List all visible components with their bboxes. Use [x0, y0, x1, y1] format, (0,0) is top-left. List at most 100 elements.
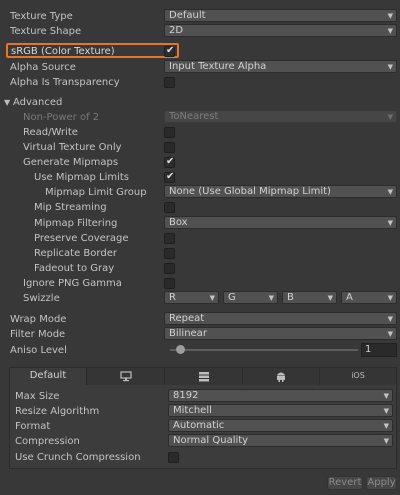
fadeout-to-gray-label: Fadeout to Gray — [34, 263, 115, 274]
alpha-source-dropdown[interactable]: Input Texture Alpha ▼ — [164, 60, 397, 73]
compression-dropdown[interactable]: Normal Quality ▼ — [168, 434, 393, 447]
wrap-mode-dropdown[interactable]: Repeat ▼ — [164, 312, 397, 325]
virtual-texture-only-label: Virtual Texture Only — [23, 142, 122, 153]
alpha-transparency-row: Alpha Is Transparency — [0, 75, 400, 90]
generate-mipmaps-label: Generate Mipmaps — [23, 157, 119, 168]
generate-mipmaps-checkbox[interactable]: ✔ — [164, 156, 175, 168]
tab-android[interactable] — [243, 368, 320, 385]
preserve-coverage-label: Preserve Coverage — [34, 233, 129, 244]
server-icon — [198, 372, 209, 382]
resize-algorithm-value: Mitchell — [173, 405, 212, 416]
texture-shape-dropdown[interactable]: 2D ▼ — [164, 24, 397, 37]
resize-algorithm-dropdown[interactable]: Mitchell ▼ — [168, 404, 393, 417]
srgb-checkbox[interactable]: ✔ — [164, 45, 175, 57]
max-size-value: 8192 — [173, 390, 199, 401]
texture-shape-row: Texture Shape 2D ▼ — [0, 24, 400, 39]
dropdown-arrow-icon: ▼ — [383, 407, 389, 415]
texture-type-label: Texture Type — [10, 11, 73, 22]
virtual-texture-only-checkbox[interactable] — [164, 142, 175, 153]
format-dropdown[interactable]: Automatic ▼ — [168, 419, 393, 432]
replicate-border-label: Replicate Border — [34, 248, 117, 259]
swizzle-g-value: G — [228, 292, 236, 303]
non-power-of-2-row: Non-Power of 2 ToNearest ▼ — [0, 110, 400, 125]
ignore-png-gamma-checkbox[interactable] — [164, 278, 175, 289]
use-mipmap-limits-label: Use Mipmap Limits — [34, 172, 130, 183]
dropdown-arrow-icon: ▼ — [387, 113, 393, 121]
mipmap-limit-group-label: Mipmap Limit Group — [45, 187, 147, 198]
mip-streaming-row: Mip Streaming — [0, 200, 400, 215]
dropdown-arrow-icon: ▼ — [387, 315, 393, 323]
aniso-slider-track[interactable] — [170, 349, 358, 351]
texture-shape-label: Texture Shape — [10, 26, 82, 37]
swizzle-r-dropdown[interactable]: R ▼ — [164, 291, 219, 304]
mipmap-limit-group-dropdown[interactable]: None (Use Global Mipmap Limit) ▼ — [164, 185, 397, 198]
apply-button[interactable]: Apply — [366, 476, 397, 490]
revert-button[interactable]: Revert — [327, 476, 363, 490]
non-power-of-2-dropdown: ToNearest ▼ — [164, 110, 397, 123]
dropdown-arrow-icon: ▼ — [383, 422, 389, 430]
format-label: Format — [15, 421, 51, 432]
texture-type-row: Texture Type Default ▼ — [0, 9, 400, 24]
generate-mipmaps-row: Generate Mipmaps ✔ — [0, 155, 400, 170]
fadeout-to-gray-row: Fadeout to Gray — [0, 261, 400, 276]
max-size-label: Max Size — [15, 391, 60, 402]
texture-shape-value: 2D — [169, 25, 184, 36]
alpha-source-label: Alpha Source — [10, 62, 76, 73]
mip-streaming-label: Mip Streaming — [34, 202, 107, 213]
tab-ios[interactable]: iOS — [320, 368, 396, 385]
monitor-icon — [119, 371, 132, 382]
mipmap-filtering-dropdown[interactable]: Box ▼ — [164, 216, 397, 229]
advanced-foldout[interactable]: ▼ Advanced — [0, 95, 400, 110]
crunch-row: Use Crunch Compression — [0, 450, 400, 465]
srgb-row: sRGB (Color Texture) ✔ — [0, 44, 400, 59]
filter-mode-dropdown[interactable]: Bilinear ▼ — [164, 327, 397, 340]
aniso-level-label: Aniso Level — [10, 345, 67, 356]
dropdown-arrow-icon: ▼ — [387, 294, 393, 302]
swizzle-b-value: B — [287, 292, 294, 303]
replicate-border-checkbox[interactable] — [164, 248, 175, 259]
compression-row: Compression Normal Quality ▼ — [0, 434, 400, 449]
ignore-png-gamma-label: Ignore PNG Gamma — [23, 278, 122, 289]
max-size-row: Max Size 8192 ▼ — [0, 389, 400, 404]
aniso-level-field[interactable]: 1 — [361, 343, 397, 357]
tab-default[interactable]: Default — [10, 368, 87, 385]
swizzle-row: Swizzle R ▼ G ▼ B ▼ A ▼ — [0, 291, 400, 306]
texture-type-dropdown[interactable]: Default ▼ — [164, 9, 397, 22]
mipmap-filtering-label: Mipmap Filtering — [34, 218, 118, 229]
use-mipmap-limits-row: Use Mipmap Limits ✔ — [0, 170, 400, 185]
dropdown-arrow-icon: ▼ — [387, 63, 393, 71]
swizzle-b-dropdown[interactable]: B ▼ — [282, 291, 337, 304]
wrap-mode-label: Wrap Mode — [10, 314, 67, 325]
swizzle-r-value: R — [169, 292, 176, 303]
alpha-transparency-label: Alpha Is Transparency — [10, 77, 120, 88]
preserve-coverage-checkbox[interactable] — [164, 233, 175, 244]
swizzle-g-dropdown[interactable]: G ▼ — [223, 291, 278, 304]
dropdown-arrow-icon: ▼ — [268, 294, 274, 302]
tab-server[interactable] — [165, 368, 243, 385]
crunch-label: Use Crunch Compression — [15, 452, 141, 463]
read-write-checkbox[interactable] — [164, 127, 175, 138]
mipmap-limit-group-row: Mipmap Limit Group None (Use Global Mipm… — [0, 185, 400, 200]
fadeout-to-gray-checkbox[interactable] — [164, 263, 175, 274]
advanced-header: Advanced — [13, 97, 63, 108]
foldout-arrow-icon: ▼ — [4, 98, 11, 107]
compression-value: Normal Quality — [173, 435, 249, 446]
non-power-of-2-value: ToNearest — [169, 111, 219, 122]
tab-standalone[interactable] — [87, 368, 165, 385]
dropdown-arrow-icon: ▼ — [387, 219, 393, 227]
alpha-transparency-checkbox[interactable] — [164, 77, 175, 88]
read-write-row: Read/Write — [0, 125, 400, 140]
dropdown-arrow-icon: ▼ — [387, 27, 393, 35]
max-size-dropdown[interactable]: 8192 ▼ — [168, 389, 393, 402]
use-mipmap-limits-checkbox[interactable]: ✔ — [164, 171, 175, 183]
aniso-slider-knob[interactable] — [176, 345, 185, 354]
dropdown-arrow-icon: ▼ — [327, 294, 333, 302]
crunch-checkbox[interactable] — [168, 452, 179, 463]
ignore-png-gamma-row: Ignore PNG Gamma — [0, 276, 400, 291]
swizzle-label: Swizzle — [23, 293, 60, 304]
aniso-level-row: Aniso Level 1 — [0, 343, 400, 358]
mip-streaming-checkbox[interactable] — [164, 202, 175, 213]
swizzle-a-dropdown[interactable]: A ▼ — [341, 291, 397, 304]
mipmap-filtering-row: Mipmap Filtering Box ▼ — [0, 216, 400, 231]
alpha-source-row: Alpha Source Input Texture Alpha ▼ — [0, 60, 400, 75]
